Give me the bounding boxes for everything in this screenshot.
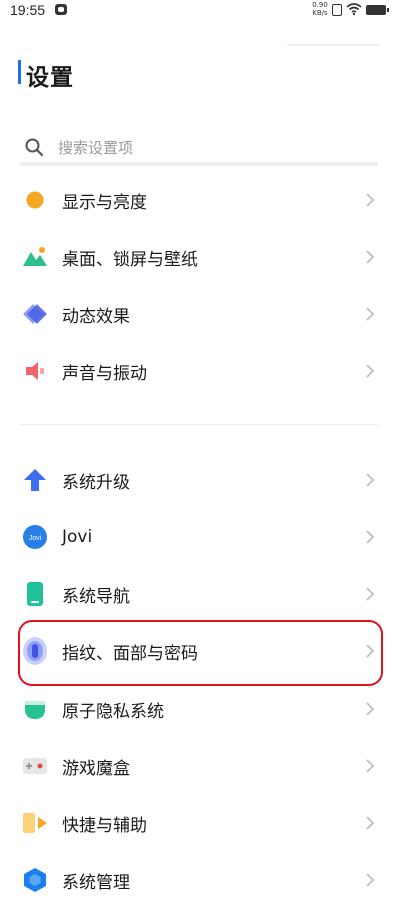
- chevron-right-icon: [366, 530, 375, 544]
- settings-item-label: 系统导航: [62, 586, 130, 607]
- status-bar: 19:55 0.90 KB/s: [0, 0, 400, 22]
- highlight-annotation: [18, 620, 383, 686]
- section-divider: [20, 424, 378, 425]
- page-title: 设置: [26, 65, 74, 91]
- settings-item-system-navigation[interactable]: 系统导航: [0, 566, 400, 622]
- display-brightness-icon: [22, 187, 48, 213]
- system-upgrade-icon: [22, 467, 48, 493]
- top-divider: [287, 44, 379, 46]
- status-time: 19:55: [10, 2, 46, 18]
- game-box-icon: [22, 753, 48, 779]
- network-speed: 0.90 KB/s: [312, 1, 328, 17]
- settings-item-system-management[interactable]: 系统管理: [0, 852, 400, 908]
- jovi-icon: Jovi: [22, 524, 48, 550]
- settings-item-system-upgrade[interactable]: 系统升级: [0, 452, 400, 508]
- settings-item-jovi[interactable]: Jovi Jovi: [0, 509, 400, 565]
- shortcuts-accessibility-icon: [22, 810, 48, 836]
- settings-item-wallpaper[interactable]: 桌面、锁屏与壁纸: [0, 229, 400, 285]
- notification-app-icon: [55, 4, 67, 15]
- wallpaper-icon: [22, 244, 48, 270]
- battery-icon: [366, 5, 389, 15]
- settings-item-display-brightness[interactable]: 显示与亮度: [0, 172, 400, 228]
- settings-item-shortcuts-accessibility[interactable]: 快捷与辅助: [0, 795, 400, 851]
- chevron-right-icon: [366, 873, 375, 887]
- sound-vibration-icon: [22, 358, 48, 384]
- settings-item-label: 游戏魔盒: [62, 758, 130, 779]
- system-navigation-icon: [22, 581, 48, 607]
- system-management-icon: [22, 867, 48, 893]
- settings-item-sound-vibration[interactable]: 声音与振动: [0, 343, 400, 399]
- chevron-right-icon: [366, 307, 375, 321]
- settings-item-label: 快捷与辅助: [62, 815, 147, 836]
- atom-privacy-icon: [22, 696, 48, 722]
- settings-item-label: 系统管理: [62, 872, 130, 893]
- wifi-icon: [346, 3, 362, 16]
- settings-item-dynamic-effects[interactable]: 动态效果: [0, 286, 400, 342]
- settings-item-atom-privacy[interactable]: 原子隐私系统: [0, 681, 400, 737]
- chevron-right-icon: [366, 759, 375, 773]
- title-accent-bar: [18, 60, 21, 84]
- chevron-right-icon: [366, 364, 375, 378]
- settings-item-label: 显示与亮度: [62, 192, 147, 213]
- chevron-right-icon: [366, 193, 375, 207]
- search-bar[interactable]: 搜索设置项: [20, 132, 378, 166]
- settings-item-label: 桌面、锁屏与壁纸: [62, 249, 198, 270]
- network-speed-value: 0.90: [312, 1, 328, 9]
- sim-icon: [332, 4, 342, 16]
- jovi-icon-text: Jovi: [29, 535, 42, 542]
- search-placeholder: 搜索设置项: [58, 138, 134, 157]
- chevron-right-icon: [366, 702, 375, 716]
- settings-item-label: 原子隐私系统: [62, 701, 164, 722]
- chevron-right-icon: [366, 816, 375, 830]
- chevron-right-icon: [366, 473, 375, 487]
- chevron-right-icon: [366, 587, 375, 601]
- settings-item-label: 声音与振动: [62, 363, 147, 384]
- chevron-right-icon: [366, 250, 375, 264]
- dynamic-effects-icon: [22, 301, 48, 327]
- search-icon: [25, 138, 44, 157]
- settings-item-label: Jovi: [62, 527, 93, 547]
- network-speed-unit: KB/s: [312, 9, 328, 17]
- settings-item-label: 系统升级: [62, 472, 130, 493]
- settings-item-label: 动态效果: [62, 306, 130, 327]
- settings-item-game-box[interactable]: 游戏魔盒: [0, 738, 400, 794]
